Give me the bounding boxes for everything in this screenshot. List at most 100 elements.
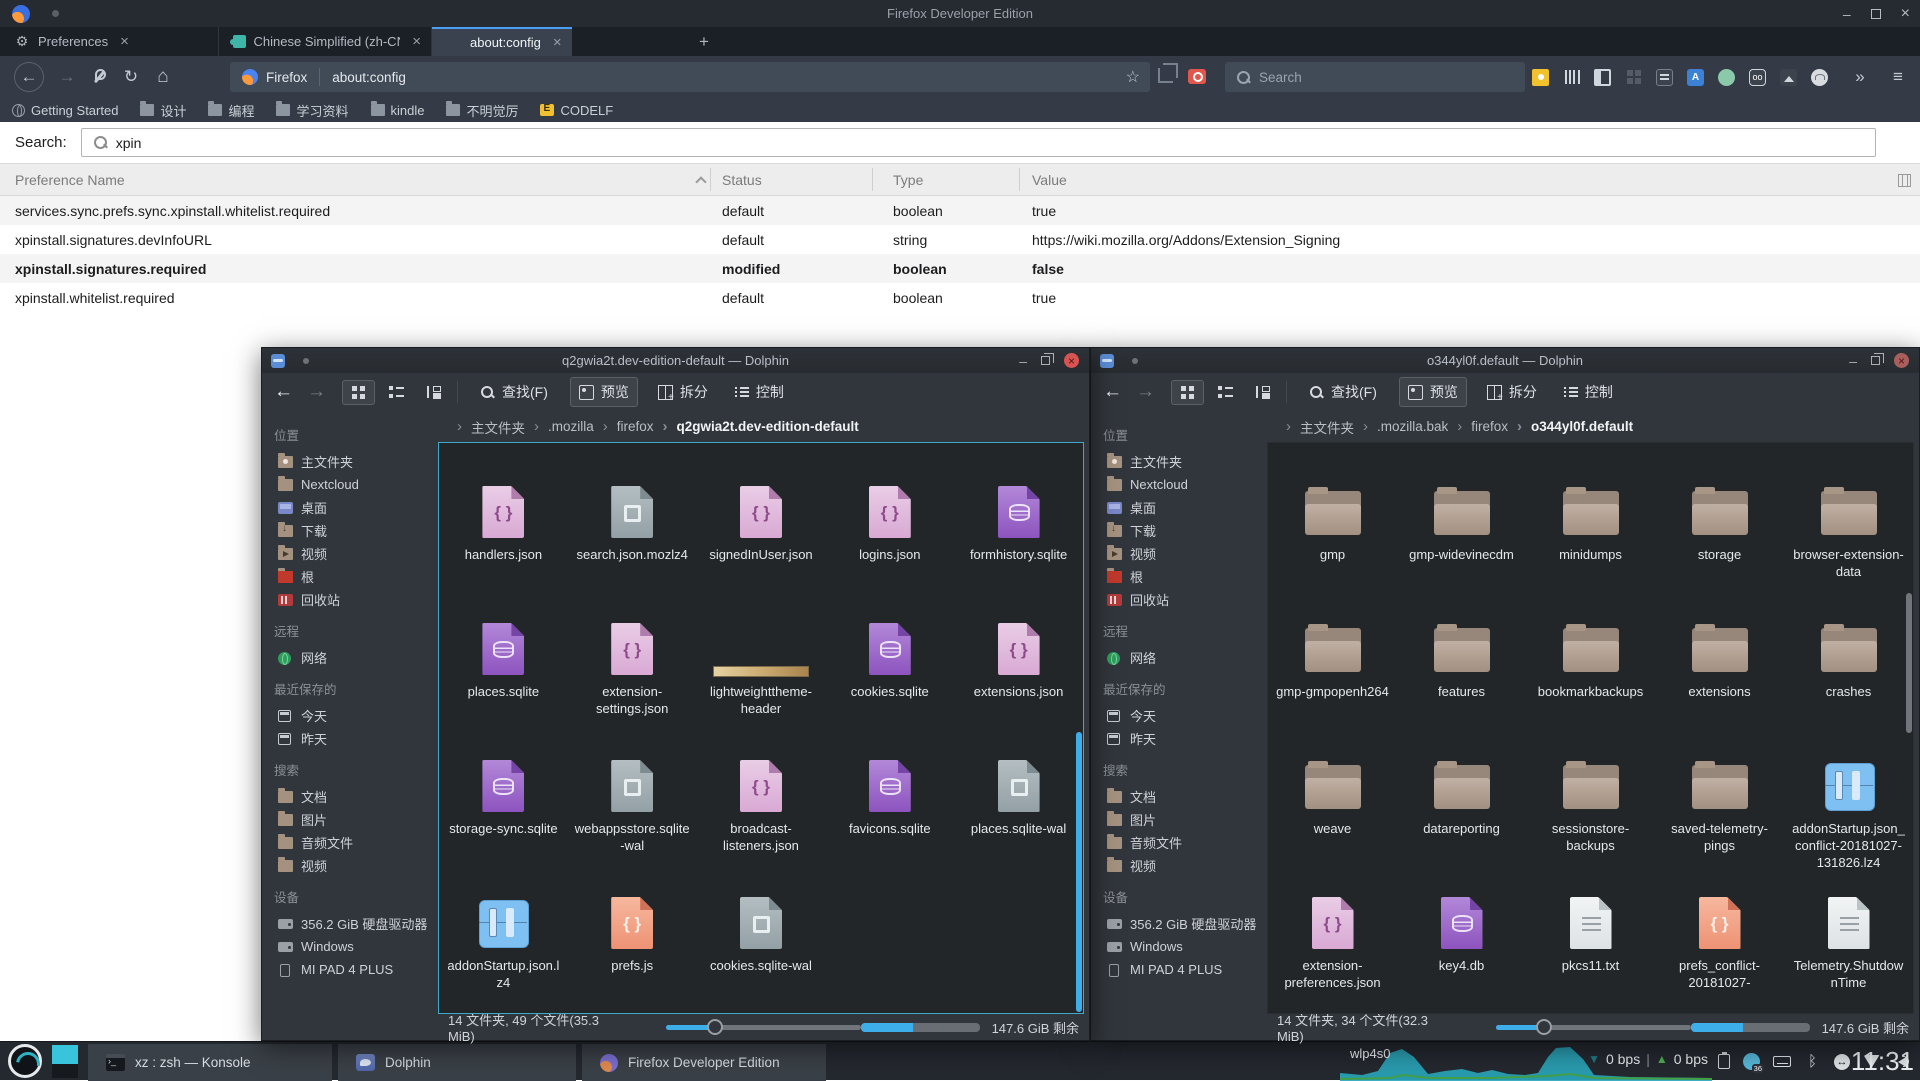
breadcrumb-item[interactable]: .mozilla xyxy=(525,418,594,435)
back-button[interactable]: ← xyxy=(1103,381,1122,403)
task-button[interactable]: xz : zsh — Konsole xyxy=(88,1044,332,1081)
slider-knob[interactable] xyxy=(707,1019,723,1035)
browser-tab[interactable]: Preferences × xyxy=(0,27,219,56)
close-button[interactable]: × xyxy=(1064,353,1079,368)
places-entry[interactable]: 搜索 xyxy=(274,760,438,779)
file-item[interactable]: pkcs11.txt xyxy=(1529,894,1653,1014)
file-item[interactable]: extensions xyxy=(1658,620,1782,757)
overflow-chevron-icon[interactable]: » xyxy=(1848,56,1872,98)
file-item[interactable]: weave xyxy=(1271,757,1395,894)
file-item[interactable]: saved-telemetry-pings xyxy=(1658,757,1782,894)
network-monitor[interactable]: wlp4s0 ▼ 0 bps | ▲ 0 bps xyxy=(1340,1042,1712,1081)
breadcrumb-item[interactable]: o344yl0f.default xyxy=(1508,418,1633,435)
extension-icon[interactable] xyxy=(1625,69,1642,86)
task-button[interactable]: Firefox Developer Edition xyxy=(582,1044,826,1081)
task-button[interactable]: Dolphin xyxy=(338,1044,576,1081)
places-entry[interactable]: 视频 xyxy=(1101,542,1261,565)
icons-view-button[interactable] xyxy=(342,380,375,405)
menu-hamburger-icon[interactable]: ≡ xyxy=(1884,56,1912,98)
column-status[interactable]: Status xyxy=(722,172,762,188)
extension-icon[interactable] xyxy=(1563,69,1580,86)
file-item[interactable]: handlers.json xyxy=(441,483,565,620)
file-item[interactable]: extension-preferences.json xyxy=(1271,894,1395,1014)
places-entry[interactable]: 远程 xyxy=(274,621,438,640)
places-entry[interactable]: 音频文件 xyxy=(272,831,432,854)
slider-knob[interactable] xyxy=(1536,1019,1552,1035)
icons-view-button[interactable] xyxy=(1171,380,1204,405)
breadcrumb-item[interactable]: 主文件夹 xyxy=(1277,417,1354,437)
close-button[interactable]: × xyxy=(1894,353,1909,368)
places-entry[interactable]: Nextcloud xyxy=(272,473,432,496)
file-item[interactable]: extensions.json xyxy=(957,620,1081,757)
places-entry[interactable]: 设备 xyxy=(274,887,438,906)
places-entry[interactable]: 今天 xyxy=(1101,704,1261,727)
file-item[interactable]: signedInUser.json xyxy=(699,483,823,620)
places-entry[interactable]: 最近保存的 xyxy=(274,679,438,698)
extension-icon[interactable] xyxy=(1687,69,1704,86)
home-button[interactable]: ⌂ xyxy=(148,56,178,98)
places-entry[interactable]: 位置 xyxy=(1103,425,1267,444)
minimize-button[interactable]: – xyxy=(1849,353,1857,369)
places-entry[interactable]: 图片 xyxy=(1101,808,1261,831)
extension-icon[interactable] xyxy=(1532,69,1549,86)
file-view[interactable]: handlers.json search.json.mozlz4 signedI… xyxy=(438,442,1084,1014)
config-search-input[interactable]: xpin xyxy=(81,128,1876,157)
places-entry[interactable]: 文档 xyxy=(272,785,432,808)
clock[interactable]: 11:31 xyxy=(1851,1042,1914,1081)
bookmark-star-icon[interactable]: ☆ xyxy=(1126,67,1140,87)
control-button[interactable]: 控制 xyxy=(1555,378,1621,406)
extension-icon[interactable] xyxy=(1718,69,1735,86)
bookmark-item[interactable]: 不明觉厉 xyxy=(446,101,518,120)
places-entry[interactable]: 设备 xyxy=(1103,887,1267,906)
breadcrumb-item[interactable]: firefox xyxy=(1448,418,1508,435)
places-entry[interactable]: 主文件夹 xyxy=(1101,450,1261,473)
restore-button[interactable] xyxy=(1871,356,1880,365)
developer-tools-button[interactable] xyxy=(84,56,114,98)
find-button[interactable]: 查找(F) xyxy=(1301,378,1385,406)
file-item[interactable]: crashes xyxy=(1787,620,1911,757)
places-entry[interactable]: MI PAD 4 PLUS xyxy=(1101,958,1261,981)
places-entry[interactable]: 视频 xyxy=(272,854,432,877)
file-item[interactable]: datareporting xyxy=(1400,757,1524,894)
column-value[interactable]: Value xyxy=(1032,172,1067,188)
back-button[interactable]: ← xyxy=(14,62,44,92)
places-entry[interactable]: MI PAD 4 PLUS xyxy=(272,958,432,981)
file-item[interactable]: formhistory.sqlite xyxy=(957,483,1081,620)
extension-icon[interactable] xyxy=(1656,69,1673,86)
clipboard-icon[interactable] xyxy=(1718,1054,1730,1069)
file-item[interactable]: prefs_conflict-20181027- xyxy=(1658,894,1782,1014)
breadcrumb-item[interactable]: firefox xyxy=(594,418,654,435)
pocket-clip-icon[interactable] xyxy=(1158,68,1173,83)
column-preference-name[interactable]: Preference Name xyxy=(15,172,125,188)
places-entry[interactable]: 下载 xyxy=(272,519,432,542)
extension-icon[interactable] xyxy=(1749,69,1766,86)
preview-button[interactable]: 预览 xyxy=(1399,377,1467,407)
bluetooth-icon[interactable]: ᛒ xyxy=(1804,1053,1821,1070)
sync-icon[interactable]: ↔ xyxy=(1834,1054,1850,1070)
minimize-button[interactable]: – xyxy=(1019,353,1027,369)
places-entry[interactable]: 356.2 GiB 硬盘驱动器 xyxy=(1101,912,1261,935)
places-entry[interactable]: 356.2 GiB 硬盘驱动器 xyxy=(272,912,432,935)
places-entry[interactable]: 根 xyxy=(272,565,432,588)
file-item[interactable]: search.json.mozlz4 xyxy=(570,483,694,620)
new-tab-button[interactable]: + xyxy=(690,27,718,56)
file-item[interactable]: gmp-widevinecdm xyxy=(1400,483,1524,620)
column-type[interactable]: Type xyxy=(893,172,923,188)
file-item[interactable]: places.sqlite xyxy=(441,620,565,757)
bookmark-item[interactable]: 编程 xyxy=(208,101,254,120)
bookmark-item[interactable]: Getting Started xyxy=(12,103,118,118)
file-item[interactable]: cookies.sqlite-wal xyxy=(699,894,823,1014)
application-launcher-icon[interactable] xyxy=(8,1044,42,1078)
file-item[interactable]: addonStartup.json.lz4 xyxy=(441,894,565,1014)
keyboard-layout-icon[interactable] xyxy=(1773,1056,1791,1067)
notification-avatar-icon[interactable]: 36 xyxy=(1743,1053,1760,1070)
places-entry[interactable]: 位置 xyxy=(274,425,438,444)
places-entry[interactable]: 桌面 xyxy=(272,496,432,519)
file-item[interactable]: Telemetry.ShutdownTime xyxy=(1787,894,1911,1014)
bookmark-item[interactable]: 学习资料 xyxy=(276,101,348,120)
file-item[interactable]: cookies.sqlite xyxy=(828,620,952,757)
preference-row[interactable]: xpinstall.whitelist.required default boo… xyxy=(0,283,1920,312)
back-button[interactable]: ← xyxy=(274,381,293,403)
control-button[interactable]: 控制 xyxy=(726,378,792,406)
forward-button[interactable]: → xyxy=(52,56,82,98)
